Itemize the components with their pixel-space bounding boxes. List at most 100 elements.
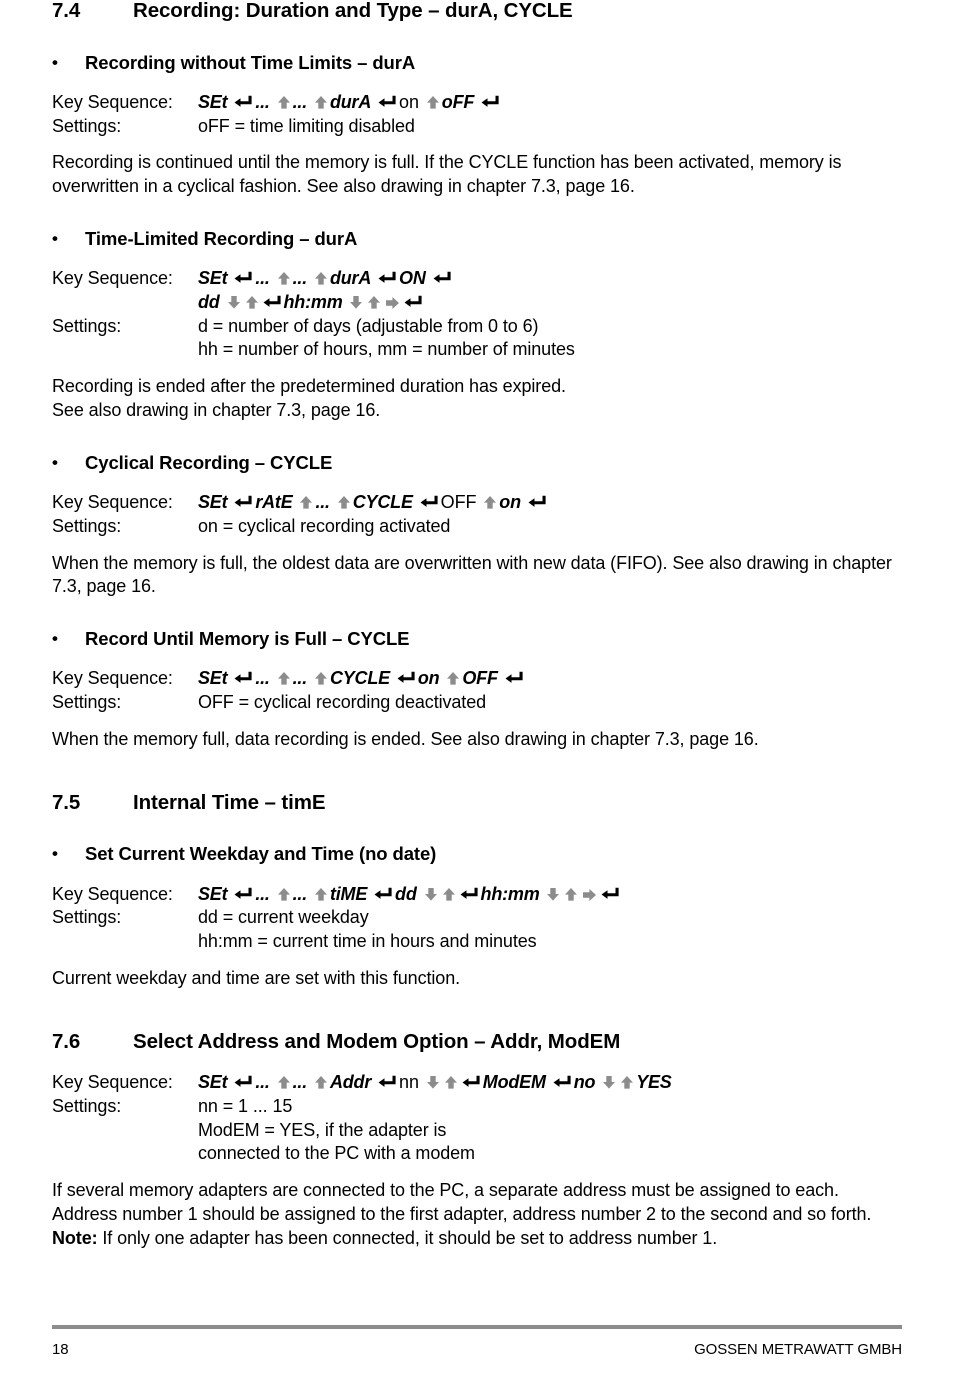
up-arrow-icon (277, 887, 291, 902)
enter-return-arrow-icon (378, 1075, 397, 1090)
key-token: CYCLE (329, 668, 390, 689)
up-arrow-icon (314, 1075, 328, 1090)
subsection-title: Recording without Time Limits – durA (85, 51, 416, 73)
key-token: on (417, 668, 440, 689)
key-sequence-value: SEt ... ... Addr nn ModEM no YES (198, 1071, 902, 1095)
body-paragraph: Recording is ended after the predetermin… (52, 376, 566, 420)
settings-row: Settings: oFF = time limiting disabled (52, 115, 902, 139)
enter-return-arrow-icon (528, 495, 547, 510)
key-token: YES (636, 1072, 672, 1093)
key-token: ModEM (482, 1072, 546, 1093)
settings-label: Settings: (52, 907, 122, 928)
key-sequence-label: Key Sequence: (52, 492, 173, 513)
settings-label: Settings: (52, 1095, 122, 1116)
bullet-marker: • (52, 52, 58, 72)
enter-return-arrow-icon (378, 271, 397, 286)
key-token: ... (292, 91, 308, 112)
bullet-marker: • (52, 228, 58, 248)
key-token: oFF (441, 91, 475, 112)
enter-return-arrow-icon (374, 887, 393, 902)
key-sequence-label: Key Sequence: (52, 883, 173, 904)
settings-value: nn = 1 ... 15 (198, 1095, 293, 1116)
up-arrow-icon (426, 95, 440, 110)
key-token: ... (255, 91, 270, 112)
footer-company-name: GOSSEN METRAWATT GMBH (694, 1341, 902, 1358)
up-arrow-icon (620, 1075, 634, 1090)
body-paragraph: If several memory adapters are connected… (52, 1180, 872, 1224)
subsection-title: Set Current Weekday and Time (no date) (85, 843, 437, 865)
key-token: durA (329, 268, 372, 289)
key-sequence-label: Key Sequence: (52, 668, 173, 689)
settings-row: Settings: on = cyclical recording activa… (52, 515, 902, 539)
subsection-title: Record Until Memory is Full – CYCLE (85, 628, 410, 650)
settings-row: Settings: OFF = cyclical recording deact… (52, 691, 902, 715)
bullet-marker: • (52, 452, 58, 472)
enter-return-arrow-icon (460, 887, 479, 902)
down-arrow-icon (349, 295, 363, 310)
key-token: ... (315, 492, 330, 513)
up-arrow-icon (314, 671, 328, 686)
up-arrow-icon (277, 271, 291, 286)
up-arrow-icon (564, 887, 578, 902)
section-heading-7-6: 7.6 Select Address and Modem Option – Ad… (52, 1029, 902, 1054)
note-label: Note: (52, 1227, 98, 1248)
settings-label: Settings: (52, 315, 122, 336)
bullet-marker: • (52, 844, 58, 864)
footer-page-number: 18 (52, 1341, 69, 1358)
key-token: no (573, 1072, 596, 1093)
up-arrow-icon (314, 95, 328, 110)
enter-return-arrow-icon (234, 95, 253, 110)
key-token: ... (292, 1072, 308, 1093)
key-token: ON (399, 268, 426, 289)
enter-return-arrow-icon (234, 271, 253, 286)
key-token: hh:mm (283, 291, 343, 312)
page-footer: 18 GOSSEN METRAWATT GMBH (52, 1325, 902, 1358)
body-paragraph: When the memory is full, the oldest data… (52, 552, 892, 597)
key-token: durA (329, 91, 372, 112)
body-paragraph: When the memory full, data recording is … (52, 728, 759, 749)
key-token: SEt (198, 91, 228, 112)
key-sequence-label: Key Sequence: (52, 268, 173, 289)
key-token: ... (292, 883, 308, 904)
enter-return-arrow-icon (404, 295, 423, 310)
up-arrow-icon (299, 495, 313, 510)
key-token: SEt (198, 492, 228, 513)
key-token: on (499, 492, 521, 513)
key-sequence-value: SEt ... ... tiME dd hh:mm (198, 883, 902, 907)
subsection-heading-cycle-cyclical: • Cyclical Recording – CYCLE (52, 452, 902, 473)
subsection-heading-set-weekday-time: • Set Current Weekday and Time (no date) (52, 843, 902, 865)
key-sequence-label: Key Sequence: (52, 1072, 173, 1093)
section-title: Recording: Duration and Type – durA, CYC… (133, 0, 573, 22)
enter-return-arrow-icon (234, 671, 253, 686)
key-token: SEt (198, 1072, 228, 1093)
key-token: ... (292, 668, 308, 689)
note-paragraph: Note: If only one adapter has been conne… (52, 1227, 902, 1251)
enter-return-arrow-icon (553, 1075, 572, 1090)
up-arrow-icon (245, 295, 259, 310)
settings-value: OFF = cyclical recording deactivated (198, 692, 487, 713)
down-arrow-icon (426, 1075, 440, 1090)
up-arrow-icon (314, 271, 328, 286)
key-token: rAtE (255, 492, 293, 513)
key-sequence-value: SEt ... ... durA on oFF (198, 91, 902, 115)
section-number: 7.5 (52, 790, 81, 814)
key-token: OFF (462, 668, 498, 689)
enter-return-arrow-icon (397, 671, 416, 686)
up-arrow-icon (314, 887, 328, 902)
key-sequence-row: Key Sequence: SEt ... ... durA on oFF (52, 91, 902, 115)
key-token: dd (395, 883, 417, 904)
bullet-marker: • (52, 629, 58, 649)
enter-return-arrow-icon (234, 887, 253, 902)
up-arrow-icon (367, 295, 381, 310)
enter-return-arrow-icon (378, 95, 397, 110)
enter-return-arrow-icon (601, 887, 620, 902)
right-arrow-icon (385, 296, 400, 310)
right-arrow-icon (582, 888, 597, 902)
key-token: OFF (440, 492, 477, 513)
subsection-heading-dura-no-limit: • Recording without Time Limits – durA (52, 51, 902, 73)
section-number: 7.6 (52, 1029, 81, 1053)
settings-value: oFF = time limiting disabled (198, 115, 415, 136)
up-arrow-icon (442, 887, 456, 902)
down-arrow-icon (602, 1075, 616, 1090)
enter-return-arrow-icon (234, 495, 253, 510)
